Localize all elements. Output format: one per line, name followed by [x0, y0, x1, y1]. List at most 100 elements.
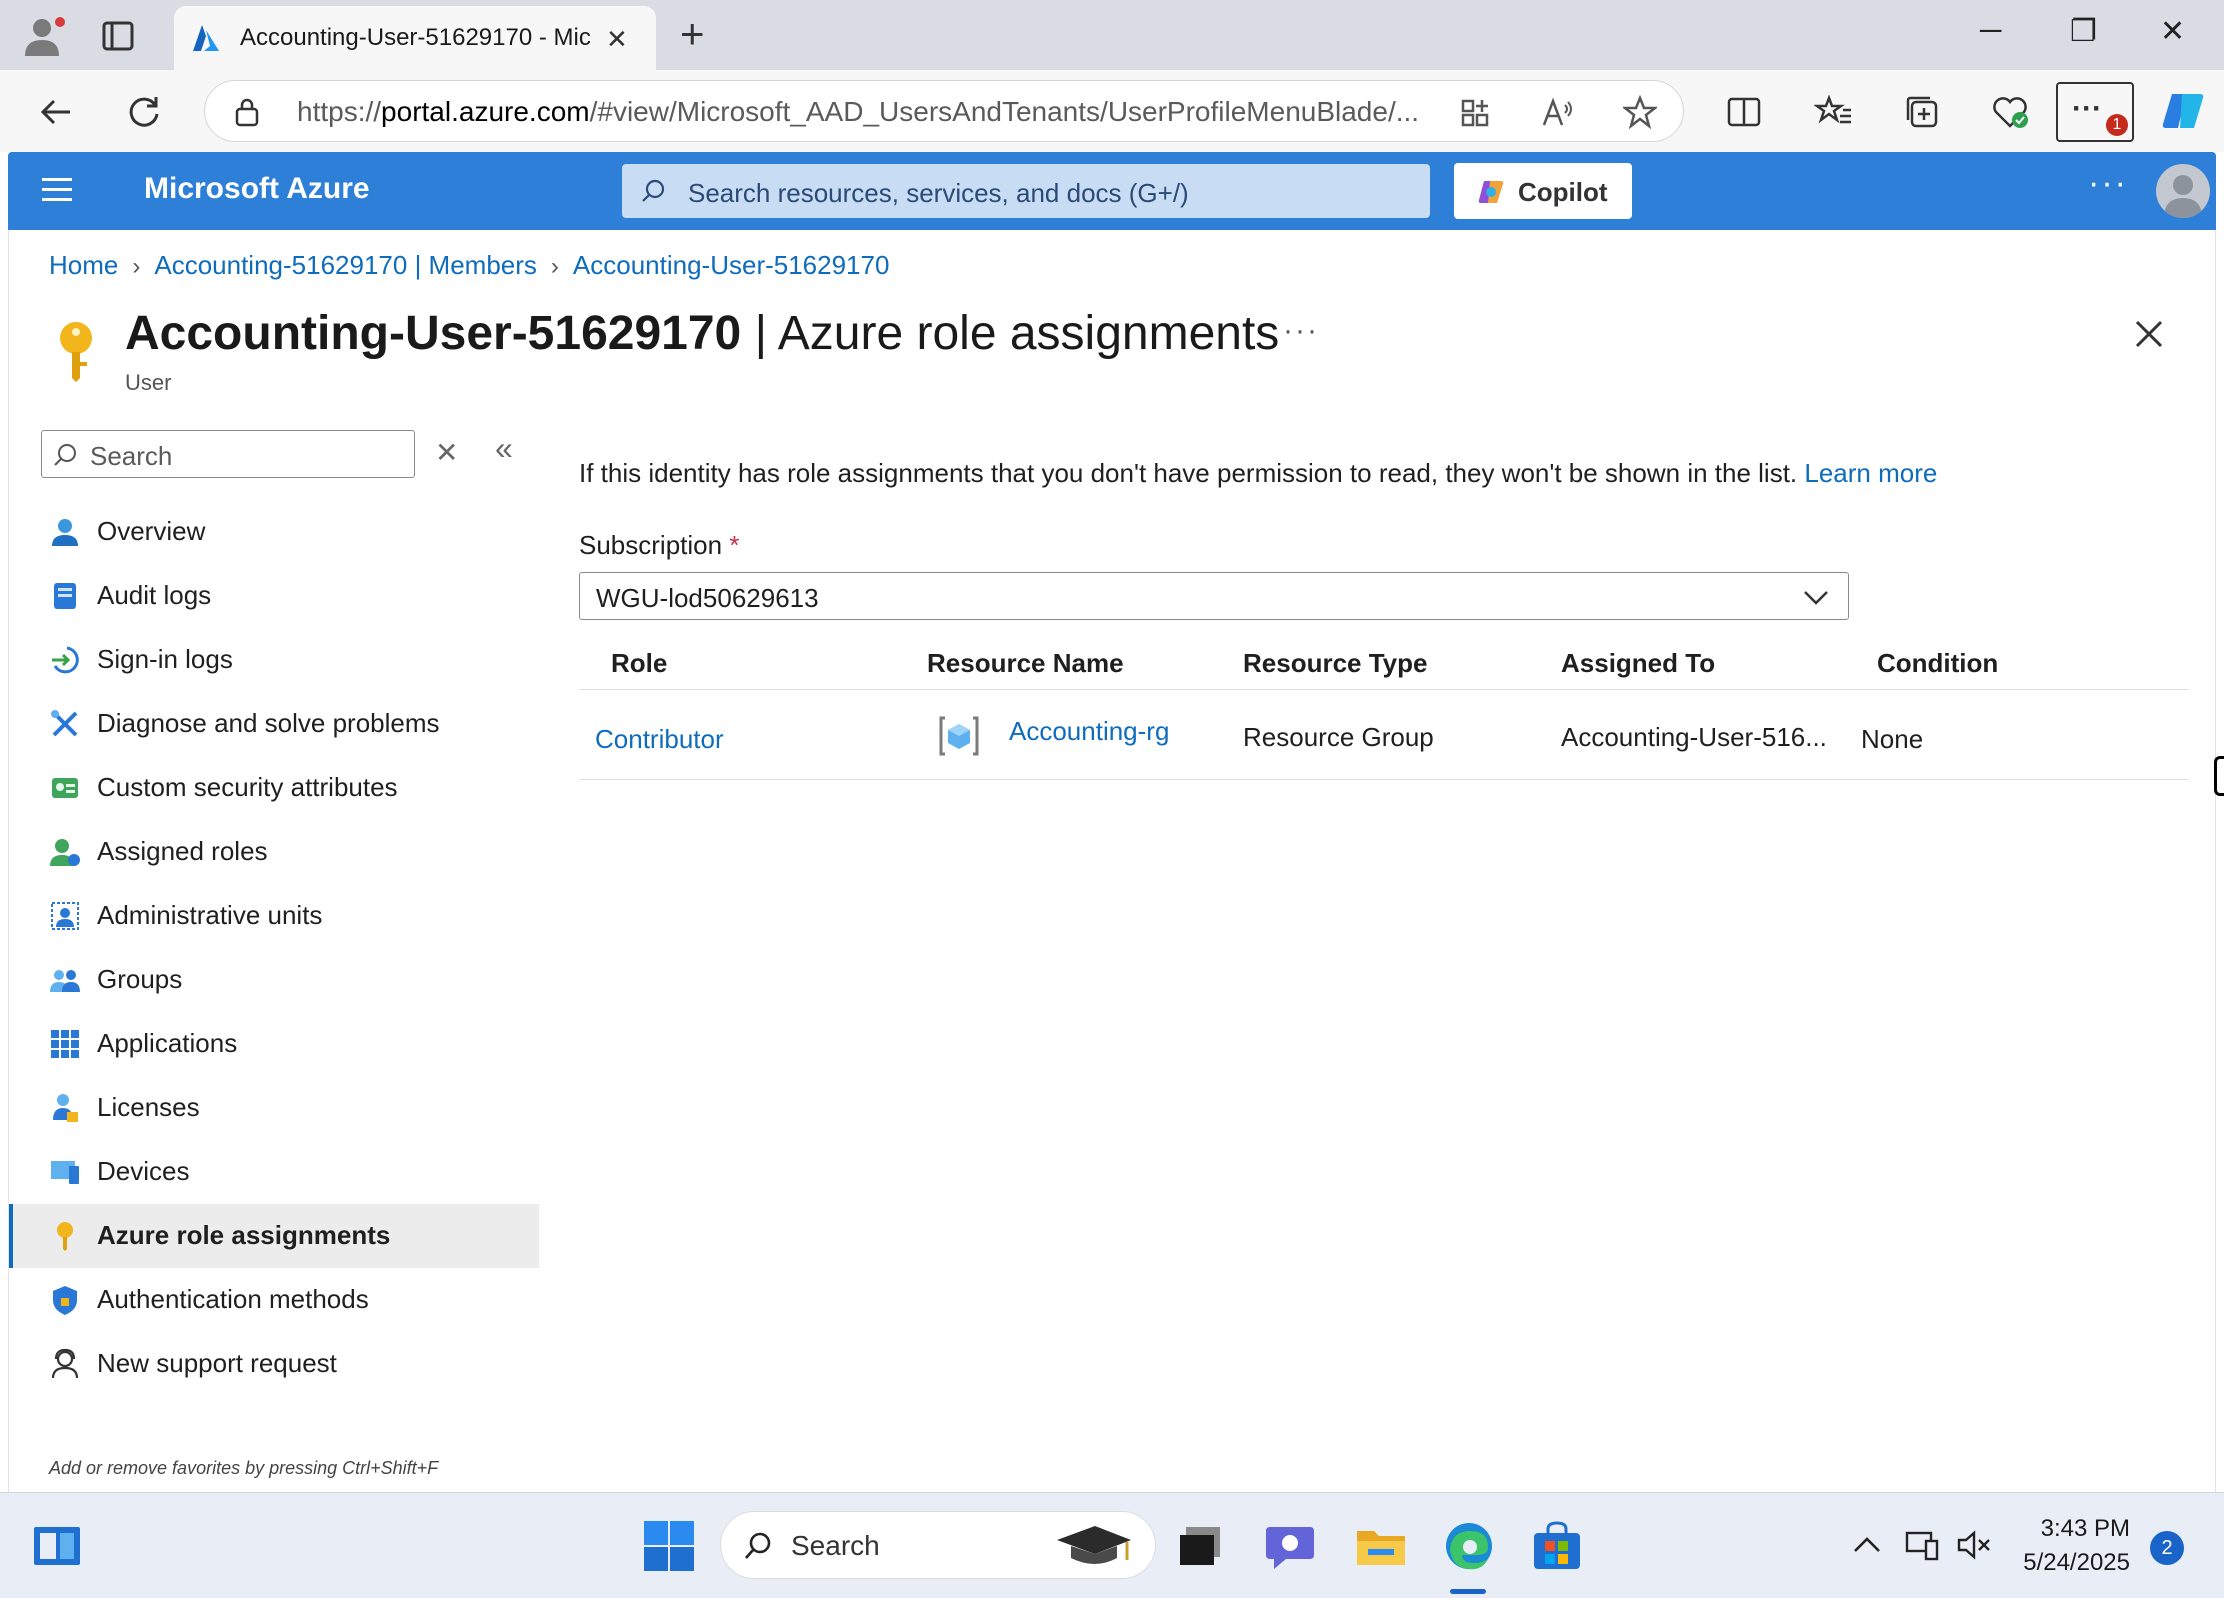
store-icon[interactable]	[1530, 1519, 1584, 1573]
taskbar-search-label: Search	[791, 1530, 880, 1561]
close-icon[interactable]	[2129, 314, 2169, 354]
close-window-button[interactable]: ✕	[2160, 14, 2185, 49]
chevron-right-icon: ›	[132, 253, 141, 280]
support-icon	[51, 1348, 79, 1379]
sidebar-search-input[interactable]: Search	[41, 430, 415, 478]
breadcrumb-user[interactable]: Accounting-User-51629170	[573, 250, 890, 280]
apps-icon[interactable]	[1459, 97, 1491, 129]
collapse-sidebar-icon[interactable]: «	[495, 430, 513, 467]
user-icon	[52, 519, 78, 546]
chevron-up-icon[interactable]	[1852, 1533, 1882, 1557]
windows-taskbar: Search 3:43 PM 5/24/2025 2	[0, 1492, 2224, 1598]
favorites-icon[interactable]	[1814, 92, 1854, 132]
notification-badge[interactable]: 2	[2150, 1531, 2184, 1565]
sidebar-item-custom-security-attributes[interactable]: Custom security attributes	[9, 756, 539, 820]
minimize-button[interactable]: ─	[1980, 14, 2001, 48]
column-header-resource-name[interactable]: Resource Name	[927, 648, 1124, 679]
sidebar-item-diagnose[interactable]: Diagnose and solve problems	[9, 692, 539, 756]
azure-brand[interactable]: Microsoft Azure	[144, 172, 370, 206]
breadcrumb-group-members[interactable]: Accounting-51629170 | Members	[154, 250, 537, 280]
network-icon[interactable]	[1904, 1527, 1940, 1563]
sidebar-item-label: Groups	[97, 964, 183, 994]
sidebar-item-label: New support request	[97, 1348, 337, 1378]
task-view-icon[interactable]	[1174, 1519, 1228, 1573]
file-explorer-icon[interactable]	[1354, 1519, 1408, 1573]
assigned-to-cell: Accounting-User-516...	[1561, 722, 1827, 752]
taskbar-search[interactable]: Search	[720, 1511, 1156, 1579]
avatar[interactable]	[2156, 164, 2210, 218]
clock-date[interactable]: 5/24/2025	[2000, 1549, 2130, 1577]
sidebar-item-overview[interactable]: Overview	[9, 500, 539, 564]
sidebar-item-assigned-roles[interactable]: Assigned roles	[9, 820, 539, 884]
widgets-icon[interactable]	[30, 1519, 84, 1573]
sidebar-item-label: Administrative units	[97, 900, 323, 930]
sidebar-item-administrative-units[interactable]: Administrative units	[9, 884, 539, 948]
read-aloud-icon[interactable]	[1541, 97, 1575, 129]
sidebar-item-audit-logs[interactable]: Audit logs	[9, 564, 539, 628]
azure-top-bar: Microsoft Azure Search resources, servic…	[8, 152, 2216, 230]
browser-toolbar: https://portal.azure.com/#view/Microsoft…	[0, 70, 2224, 152]
sidebar-item-authentication-methods[interactable]: Authentication methods	[9, 1268, 539, 1332]
sidebar-item-label: Azure role assignments	[97, 1220, 391, 1250]
split-screen-icon[interactable]	[1724, 92, 1764, 132]
portal-menu-icon[interactable]	[42, 178, 72, 202]
scroll-handle[interactable]	[2214, 756, 2224, 796]
clear-search-icon[interactable]: ✕	[435, 436, 458, 469]
sidebar-item-groups[interactable]: Groups	[9, 948, 539, 1012]
column-header-resource-type[interactable]: Resource Type	[1243, 648, 1427, 679]
new-tab-button[interactable]: +	[680, 10, 705, 58]
sidebar-item-new-support-request[interactable]: New support request	[9, 1332, 539, 1396]
subscription-dropdown[interactable]: WGU-lod50629613	[579, 572, 1849, 620]
column-header-condition[interactable]: Condition	[1877, 648, 1998, 679]
sidebar-item-azure-role-assignments[interactable]: Azure role assignments	[9, 1204, 539, 1268]
browser-essentials-icon[interactable]	[1990, 92, 2030, 132]
volume-muted-icon[interactable]	[1956, 1527, 1992, 1563]
copilot-sidebar-icon[interactable]	[2158, 86, 2208, 136]
sidebar-item-devices[interactable]: Devices	[9, 1140, 539, 1204]
azure-search-input[interactable]: Search resources, services, and docs (G+…	[622, 164, 1430, 218]
learn-more-link[interactable]: Learn more	[1804, 458, 1937, 488]
edge-browser-icon[interactable]	[1442, 1519, 1496, 1573]
table-row: Contributor Accounting-rg Resource Group…	[579, 690, 2189, 780]
favorite-star-icon[interactable]	[1623, 95, 1657, 129]
tab-title: Accounting-User-51629170 - Microsoft Azu…	[240, 24, 590, 51]
url-text[interactable]: https://portal.azure.com/#view/Microsoft…	[297, 96, 1617, 128]
back-arrow-icon[interactable]	[36, 92, 76, 132]
extensions-badge: 1	[2106, 114, 2128, 136]
sidebar-item-label: Assigned roles	[97, 836, 268, 866]
tab-close-icon[interactable]: ✕	[606, 24, 628, 55]
copilot-label: Copilot	[1518, 177, 1608, 207]
resource-name-link[interactable]: Accounting-rg	[1009, 716, 1169, 747]
chevron-right-icon: ›	[550, 253, 559, 280]
windows-start-icon[interactable]	[642, 1519, 696, 1573]
azure-search-placeholder: Search resources, services, and docs (G+…	[688, 178, 1189, 208]
clock-time[interactable]: 3:43 PM	[2020, 1515, 2130, 1543]
permission-notice: If this identity has role assignments th…	[579, 458, 1938, 488]
breadcrumb: Home › Accounting-51629170 | Members › Accou…	[49, 250, 889, 281]
column-header-role[interactable]: Role	[611, 648, 667, 679]
sidebar-item-sign-in-logs[interactable]: Sign-in logs	[9, 628, 539, 692]
breadcrumb-home[interactable]: Home	[49, 250, 118, 280]
teams-chat-icon[interactable]	[1264, 1519, 1318, 1573]
restore-button[interactable]: ❐	[2070, 14, 2097, 49]
lock-icon[interactable]	[233, 97, 261, 127]
azure-more-icon[interactable]: ···	[2088, 164, 2128, 203]
role-link[interactable]: Contributor	[595, 724, 724, 755]
sidebar-item-licenses[interactable]: Licenses	[9, 1076, 539, 1140]
collections-icon[interactable]	[1902, 92, 1942, 132]
browser-tab-strip: Accounting-User-51629170 - Microsoft Azu…	[0, 0, 2224, 70]
copilot-button[interactable]: Copilot	[1454, 163, 1632, 219]
column-header-assigned-to[interactable]: Assigned To	[1561, 648, 1715, 679]
page-more-icon[interactable]: ···	[1283, 314, 1319, 348]
browser-tab-active[interactable]: Accounting-User-51629170 - Microsoft Azu…	[174, 6, 656, 70]
sidebar-item-label: Diagnose and solve problems	[97, 708, 440, 738]
refresh-icon[interactable]	[124, 92, 164, 132]
address-bar[interactable]: https://portal.azure.com/#view/Microsoft…	[204, 80, 1684, 142]
sidebar-item-applications[interactable]: Applications	[9, 1012, 539, 1076]
profile-icon[interactable]	[22, 16, 70, 56]
tab-actions-icon[interactable]	[100, 18, 136, 54]
admin-units-icon	[51, 902, 79, 930]
apps-grid-icon	[51, 1030, 79, 1058]
settings-more-button[interactable]: ··· 1	[2056, 82, 2134, 142]
role-assignments-header: Role Resource Name Resource Type Assigne…	[579, 630, 2189, 690]
